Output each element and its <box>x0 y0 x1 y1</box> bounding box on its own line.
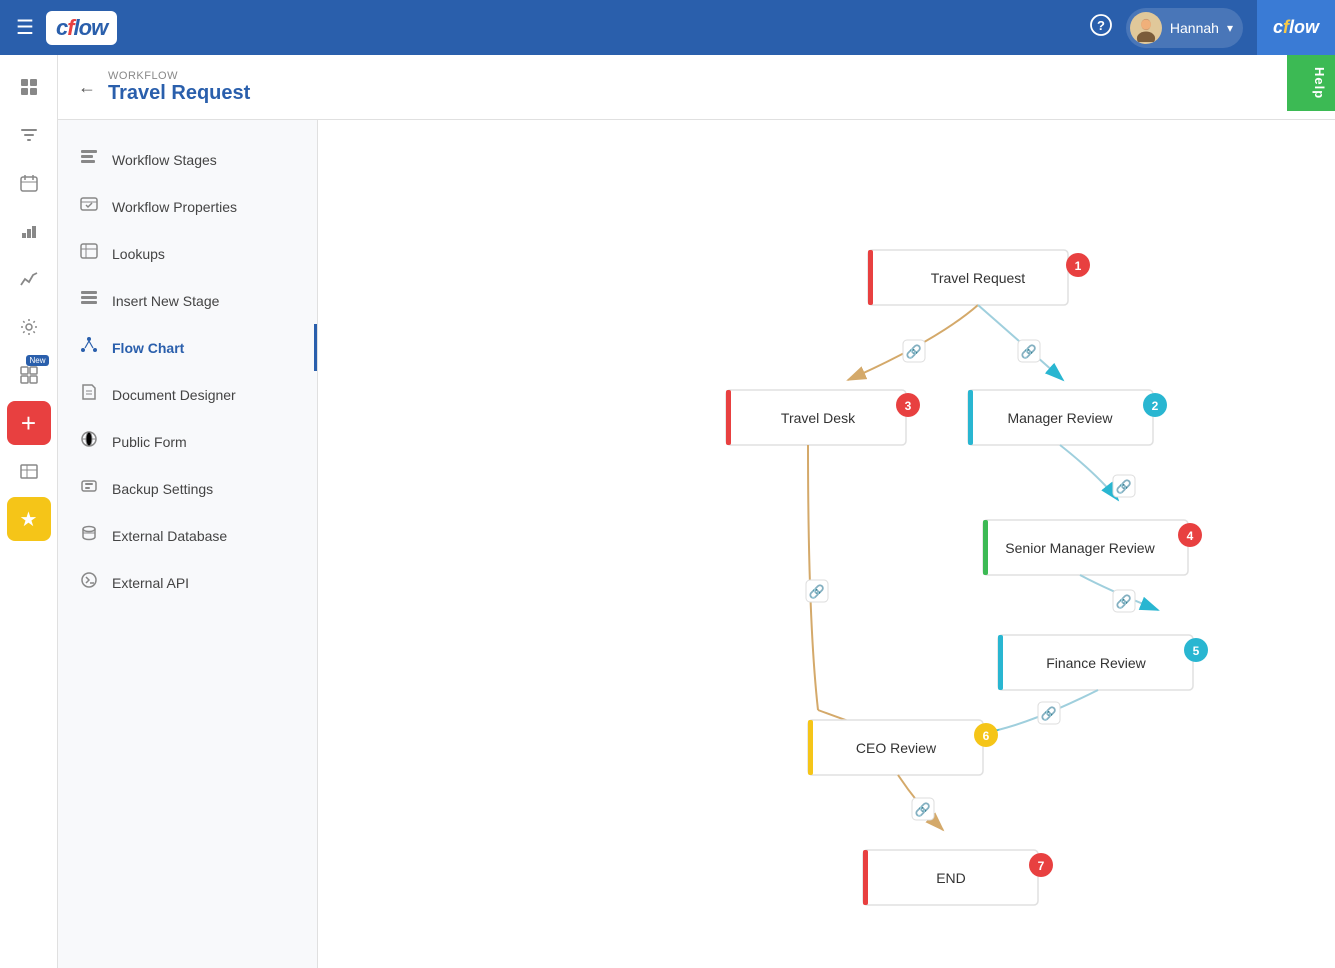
stages-icon <box>78 148 100 171</box>
sidebar-item-label-public-form: Public Form <box>112 434 187 450</box>
hamburger-icon[interactable]: ☰ <box>16 15 34 40</box>
properties-icon <box>78 195 100 218</box>
svg-text:🔗: 🔗 <box>906 343 922 360</box>
navbar-right: ? Hannah ▾ cflow <box>1090 0 1319 55</box>
svg-text:3: 3 <box>905 399 912 413</box>
flowchart-svg: Travel Request 1 🔗 🔗 <box>318 120 1218 968</box>
svg-text:🔗: 🔗 <box>1021 343 1037 360</box>
page-title: Travel Request <box>108 82 250 105</box>
svg-text:5: 5 <box>1193 644 1200 658</box>
svg-text:1: 1 <box>1075 259 1082 273</box>
link-icon-2[interactable]: 🔗 <box>1018 340 1040 362</box>
page-header: ← WORKFLOW Travel Request <box>58 55 1335 120</box>
document-icon <box>78 383 100 406</box>
form-icon <box>78 430 100 453</box>
sidebar-icon-new[interactable]: New <box>7 353 51 397</box>
link-icon-5[interactable]: 🔗 <box>806 580 828 602</box>
main-content: Workflow Stages Workflow Properties Look… <box>58 120 1335 968</box>
svg-text:2: 2 <box>1152 399 1159 413</box>
sidebar-item-public-form[interactable]: Public Form <box>58 418 317 465</box>
svg-text:Finance Review: Finance Review <box>1046 655 1146 671</box>
sidebar-item-label-workflow-properties: Workflow Properties <box>112 199 237 215</box>
link-icon-1[interactable]: 🔗 <box>903 340 925 362</box>
node-travel-desk[interactable]: Travel Desk 3 <box>726 390 920 445</box>
svg-text:4: 4 <box>1187 529 1194 543</box>
sidebar-item-lookups[interactable]: Lookups <box>58 230 317 277</box>
help-panel[interactable]: Help <box>1287 55 1335 111</box>
svg-text:Travel Desk: Travel Desk <box>781 410 856 426</box>
sidebar-icon-grid[interactable] <box>7 65 51 109</box>
svg-text:Manager Review: Manager Review <box>1007 410 1113 426</box>
sidebar-icon-add[interactable]: + <box>7 401 51 445</box>
sidebar-icon-chart[interactable] <box>7 209 51 253</box>
content-area: ← WORKFLOW Travel Request Workflow Stage… <box>58 55 1335 968</box>
avatar <box>1130 12 1162 44</box>
backup-icon <box>78 477 100 500</box>
api-icon <box>78 571 100 594</box>
svg-text:END: END <box>936 870 966 886</box>
workflow-label: WORKFLOW <box>108 70 250 82</box>
sidebar-icon-table[interactable] <box>7 449 51 493</box>
sidebar-icon-analytics[interactable] <box>7 257 51 301</box>
sidebar-item-label-insert-new-stage: Insert New Stage <box>112 293 219 309</box>
svg-text:Senior Manager Review: Senior Manager Review <box>1005 540 1155 556</box>
sidebar-item-workflow-stages[interactable]: Workflow Stages <box>58 136 317 183</box>
sidebar-item-label-lookups: Lookups <box>112 246 165 262</box>
svg-text:🔗: 🔗 <box>1116 478 1132 495</box>
node-travel-request[interactable]: Travel Request 1 <box>868 250 1090 305</box>
sidebar-icon-filter[interactable] <box>7 113 51 157</box>
svg-text:7: 7 <box>1038 859 1045 873</box>
side-menu: Workflow Stages Workflow Properties Look… <box>58 120 318 968</box>
dropdown-caret-icon: ▾ <box>1227 21 1233 35</box>
powered-by-brand: cflow <box>1257 0 1335 55</box>
sidebar-item-flow-chart[interactable]: Flow Chart <box>58 324 317 371</box>
back-button[interactable]: ← <box>78 77 96 98</box>
sidebar-item-label-external-database: External Database <box>112 528 227 544</box>
lookups-icon <box>78 242 100 265</box>
node-finance-review[interactable]: Finance Review 5 <box>998 635 1208 690</box>
user-menu[interactable]: Hannah ▾ <box>1126 8 1243 48</box>
svg-text:🔗: 🔗 <box>915 801 931 818</box>
svg-text:🔗: 🔗 <box>809 583 825 600</box>
database-icon <box>78 524 100 547</box>
svg-text:6: 6 <box>983 729 990 743</box>
sidebar-item-external-database[interactable]: External Database <box>58 512 317 559</box>
logo: cflow <box>46 11 117 45</box>
sidebar-item-document-designer[interactable]: Document Designer <box>58 371 317 418</box>
sidebar-item-label-backup-settings: Backup Settings <box>112 481 213 497</box>
insert-icon <box>78 289 100 312</box>
page-header-text: WORKFLOW Travel Request <box>108 70 250 105</box>
flowchart-canvas[interactable]: Travel Request 1 🔗 🔗 <box>318 120 1335 968</box>
navbar: ☰ cflow ? Hannah ▾ cflow <box>0 0 1335 55</box>
sidebar-item-backup-settings[interactable]: Backup Settings <box>58 465 317 512</box>
sidebar-item-label-external-api: External API <box>112 575 189 591</box>
link-icon-6[interactable]: 🔗 <box>1038 702 1060 724</box>
svg-text:Travel Request: Travel Request <box>931 270 1026 286</box>
flowchart-icon <box>78 336 100 359</box>
link-icon-7[interactable]: 🔗 <box>912 798 934 820</box>
sidebar-item-workflow-properties[interactable]: Workflow Properties <box>58 183 317 230</box>
link-icon-4[interactable]: 🔗 <box>1113 590 1135 612</box>
svg-text:🔗: 🔗 <box>1041 705 1057 722</box>
node-senior-manager-review[interactable]: Senior Manager Review 4 <box>983 520 1202 575</box>
svg-text:🔗: 🔗 <box>1116 593 1132 610</box>
sidebar-item-label-workflow-stages: Workflow Stages <box>112 152 217 168</box>
node-ceo-review[interactable]: CEO Review 6 <box>808 720 998 775</box>
sidebar-item-label-flow-chart: Flow Chart <box>112 340 184 356</box>
svg-text:CEO Review: CEO Review <box>856 740 937 756</box>
node-manager-review[interactable]: Manager Review 2 <box>968 390 1167 445</box>
svg-text:?: ? <box>1097 18 1105 33</box>
username: Hannah <box>1170 20 1219 36</box>
sidebar-item-label-document-designer: Document Designer <box>112 387 236 403</box>
sidebar-item-external-api[interactable]: External API <box>58 559 317 606</box>
sidebar-item-insert-new-stage[interactable]: Insert New Stage <box>58 277 317 324</box>
node-end[interactable]: END 7 <box>863 850 1053 905</box>
sidebar-icon-settings[interactable] <box>7 305 51 349</box>
sidebar-icon-star[interactable]: ★ <box>7 497 51 541</box>
link-icon-3[interactable]: 🔗 <box>1113 475 1135 497</box>
sidebar-icon-calendar[interactable] <box>7 161 51 205</box>
sidebar-icons: New + ★ <box>0 55 58 968</box>
help-icon[interactable]: ? <box>1090 14 1112 42</box>
